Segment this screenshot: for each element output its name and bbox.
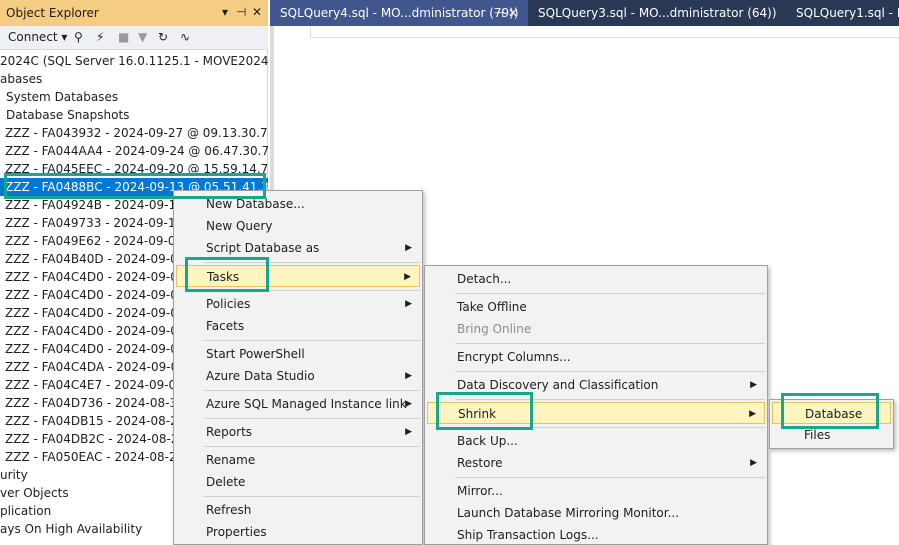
menu-item-facets[interactable]: Facets (176, 315, 420, 337)
chevron-right-icon: ▶ (405, 371, 412, 381)
menu-item-properties[interactable]: Properties (176, 521, 420, 543)
menu-separator (455, 293, 765, 294)
tab-label: SQLQuery3.sql - MO...dministrator (64)) (538, 6, 777, 20)
menu-separator (204, 418, 420, 419)
tab-sqlquery4[interactable]: SQLQuery4.sql - MO...dministrator (79)) ⊣… (270, 0, 528, 26)
tree-node[interactable]: ZZZ - FA043932 - 2024-09-27 @ 09.13.30.7… (0, 124, 268, 142)
menu-item-launch-database-mirroring-monitor[interactable]: Launch Database Mirroring Monitor... (427, 502, 765, 524)
chevron-right-icon: ▶ (749, 409, 756, 419)
database-callout (781, 393, 879, 429)
menu-item-label: New Database... (206, 197, 305, 211)
menu-item-mirror[interactable]: Mirror... (427, 480, 765, 502)
menu-item-label: Rename (206, 453, 256, 467)
menu-item-script-database-as[interactable]: Script Database as ▶ (176, 237, 420, 259)
menu-item-label: Encrypt Columns... (457, 350, 571, 364)
menu-item-detach[interactable]: Detach... (427, 268, 765, 290)
menu-separator (204, 446, 420, 447)
tab-label: SQLQuery4.sql - MO...dministrator (79)) (280, 6, 519, 20)
menu-separator (204, 496, 420, 497)
menu-item-label: Detach... (457, 272, 512, 286)
menu-item-label: Properties (206, 525, 267, 539)
menu-item-label: Files (804, 428, 831, 442)
chevron-right-icon: ▶ (750, 380, 757, 390)
menu-item-label: Facets (206, 319, 245, 333)
tab-sqlquery3[interactable]: SQLQuery3.sql - MO...dministrator (64)) (528, 0, 786, 26)
activity-monitor-icon[interactable]: ∿ (180, 30, 190, 44)
menu-item-start-powershell[interactable]: Start PowerShell (176, 343, 420, 365)
menu-item-label: Take Offline (457, 300, 527, 314)
stop-icon[interactable]: ■ (118, 30, 129, 44)
menu-item-delete[interactable]: Delete (176, 471, 420, 493)
tab-pin-icon[interactable]: ⊣ ✕ (494, 0, 518, 26)
database-context-menu: New Database... New Query Script Database … (173, 190, 423, 545)
menu-item-policies[interactable]: Policies ▶ (176, 293, 420, 315)
tab-sqlquery1[interactable]: SQLQuery1.sql - MO (786, 0, 899, 26)
filter-icon[interactable]: ▼ (138, 30, 147, 44)
menu-item-encrypt-columns[interactable]: Encrypt Columns... (427, 346, 765, 368)
menu-separator (204, 390, 420, 391)
connect-icon[interactable]: ⚲ (74, 30, 83, 44)
refresh-icon[interactable]: ↻ (158, 30, 168, 44)
menu-item-label: Start PowerShell (206, 347, 305, 361)
chevron-right-icon: ▶ (405, 243, 412, 253)
object-explorer-title: Object Explorer (6, 6, 99, 20)
menu-item-refresh[interactable]: Refresh (176, 499, 420, 521)
menu-item-label: Mirror... (457, 484, 503, 498)
menu-item-label: Back Up... (457, 434, 518, 448)
menu-item-label: Azure SQL Managed Instance link (206, 397, 407, 411)
menu-item-label: Policies (206, 297, 251, 311)
tree-node[interactable]: Database Snapshots (0, 106, 268, 124)
chevron-right-icon: ▶ (405, 399, 412, 409)
menu-item-label: Delete (206, 475, 246, 489)
menu-item-reports[interactable]: Reports ▶ (176, 421, 420, 443)
disconnect-icon[interactable]: ⚡ (96, 30, 104, 44)
editor-line (310, 26, 899, 38)
menu-item-label: Restore (457, 456, 503, 470)
chevron-right-icon: ▶ (404, 272, 411, 282)
menu-item-new-query[interactable]: New Query (176, 215, 420, 237)
menu-item-label: Azure Data Studio (206, 369, 315, 383)
menu-item-label: Ship Transaction Logs... (457, 528, 599, 542)
menu-item-label: Script Database as (206, 241, 320, 255)
object-explorer-toolbar: Connect ▾ ⚲ ⚡ ■ ▼ ↻ ∿ (0, 26, 268, 50)
dropdown-icon[interactable]: ▾ (222, 5, 228, 19)
menu-item-take-offline[interactable]: Take Offline (427, 296, 765, 318)
tree-node[interactable]: System Databases (0, 88, 268, 106)
menu-item-label: Data Discovery and Classification (457, 378, 659, 392)
menu-separator (455, 477, 765, 478)
menu-item-label: Launch Database Mirroring Monitor... (457, 506, 680, 520)
menu-separator (455, 343, 765, 344)
shrink-callout (436, 392, 533, 430)
menu-item-label: Refresh (206, 503, 252, 517)
menu-item-ship-transaction-logs[interactable]: Ship Transaction Logs... (427, 524, 765, 545)
menu-item-rename[interactable]: Rename (176, 449, 420, 471)
chevron-right-icon: ▶ (750, 458, 757, 468)
tree-node[interactable]: abases (0, 70, 268, 88)
menu-item-azure-sql-managed-instance-link[interactable]: Azure SQL Managed Instance link ▶ (176, 393, 420, 415)
menu-item-label: New Query (206, 219, 273, 233)
tab-label: SQLQuery1.sql - MO (796, 6, 899, 20)
object-explorer-titlebar: Object Explorer ▾ ⊣ ✕ (0, 0, 268, 26)
menu-separator (204, 340, 420, 341)
close-icon[interactable]: ✕ (252, 5, 262, 19)
chevron-right-icon: ▶ (405, 299, 412, 309)
menu-item-label: Reports (206, 425, 253, 439)
tree-node[interactable]: 2024C (SQL Server 16.0.1125.1 - MOVE2024… (0, 52, 268, 70)
chevron-right-icon: ▶ (405, 427, 412, 437)
connect-button[interactable]: Connect ▾ (8, 30, 67, 44)
menu-item-bring-online: Bring Online (427, 318, 765, 340)
pin-icon[interactable]: ⊣ (236, 5, 246, 19)
menu-item-azure-data-studio[interactable]: Azure Data Studio ▶ (176, 365, 420, 387)
menu-item-restore[interactable]: Restore ▶ (427, 452, 765, 474)
menu-item-label: Bring Online (457, 322, 532, 336)
menu-item-back-up[interactable]: Back Up... (427, 430, 765, 452)
menu-separator (455, 371, 765, 372)
selected-database-callout (4, 173, 266, 199)
tasks-callout (185, 257, 269, 292)
tree-node[interactable]: ZZZ - FA044AA4 - 2024-09-24 @ 06.47.30.7… (0, 142, 268, 160)
